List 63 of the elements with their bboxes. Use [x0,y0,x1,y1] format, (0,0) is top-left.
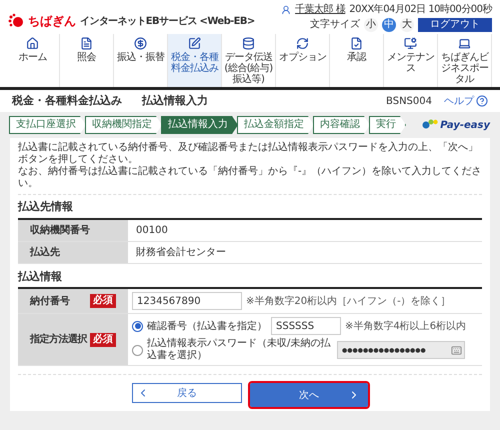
keyboard-icon[interactable] [451,344,462,356]
laptop-icon [458,37,471,50]
help-link[interactable]: ヘルプ [444,94,488,108]
logo-text: ちばぎん [28,13,76,30]
document-check-icon [350,37,363,50]
user-name-link[interactable]: 千葉太郎 様 [295,4,346,16]
help-icon [476,95,488,107]
required-tag: 必須 [90,332,116,346]
radio-button[interactable] [132,344,143,356]
step-indicator: 内容確認 [313,116,370,134]
database-icon [242,37,255,50]
field-note: ※半角数字20桁以内［ハイフン（-）を除く］ [246,294,451,308]
service-name: インターネットEBサービス <Web-EB> [80,14,255,28]
field-note: ※半角数字4桁以上6桁以内 [345,320,466,334]
screen-id: BSNS004 [386,94,432,108]
section-heading: 払込情報 [18,268,63,284]
nav-tab[interactable]: 承認 [330,34,384,87]
confirmation-number-field[interactable]: SSSSSS [271,317,341,335]
login-datetime: 20XX年04月02日 10時00分00秒 [349,4,492,16]
logout-button[interactable]: ログアウト [418,18,492,32]
radio-label: 確認番号（払込書を指定） [147,320,267,334]
cycle-icon [296,37,309,50]
value-cell-text: 00100 [135,224,169,238]
user-icon [281,5,292,15]
step-indicator: 支払口座選択 [9,116,86,134]
field-label: 指定方法選択 [30,332,87,347]
required-tag: 必須 [90,294,116,308]
nav-tab[interactable]: 照会 [60,34,114,87]
back-button[interactable]: 戻る [132,383,242,403]
step-indicator: 払込情報入力 [161,116,238,134]
font-size-button[interactable]: 小 [364,18,378,32]
nav-tab[interactable]: 税金・各種料金払込み [168,34,222,87]
coin-icon [134,37,147,50]
nav-tab[interactable]: データ伝送 (総合(給与)振込等) [222,34,276,87]
payeasy-logo-text: Pay-easy [440,118,490,132]
nav-tab[interactable]: ちばぎんビジネスポータル [438,34,492,87]
label-cell: 払込先 [18,242,128,262]
nav-tab[interactable]: メンテナンス [384,34,438,87]
document-icon [80,37,93,50]
home-icon [26,37,39,50]
page-title: 税金・各種料金払込み [12,92,122,109]
nav-tab[interactable]: オプション [276,34,330,87]
monitor-gear-icon [404,37,417,50]
section-heading: 払込先情報 [18,199,74,215]
label-cell: 収納機関番号 [18,220,128,240]
logo-icon [8,13,24,29]
font-size-label: 文字サイズ [310,18,360,32]
instruction-text: なお、納付番号は払込書に記載されている「納付番号」から『-』（ハイフン）を除いて入力してください。 [18,166,482,190]
radio-button[interactable] [132,320,143,332]
instruction-text: 払込書に記載されている納付番号、及び確認番号または払込情報表示パスワードを入力の上、「次へ」ボタンを押してください。 [18,142,479,166]
radio-label: 払込情報表示パスワード（未収/未納の払込書を選択） [147,338,332,362]
step-indicator: 払込金額指定 [237,116,314,134]
page-subtitle: 払込情報入力 [142,92,208,109]
font-size-button[interactable]: 大 [400,18,414,32]
payment-number-field[interactable]: 1234567890 [132,292,242,310]
nav-tab[interactable]: ホーム [6,34,60,87]
field-label: 納付番号 [30,294,70,308]
value-cell-text: 財務省会計センター [135,246,227,260]
step-indicator: 実行 [369,116,406,134]
font-size-button[interactable]: 中 [382,18,396,32]
step-indicator: 収納機関指定 [85,116,162,134]
pen-note-icon [188,37,201,50]
next-button[interactable]: 次へ [250,383,368,407]
